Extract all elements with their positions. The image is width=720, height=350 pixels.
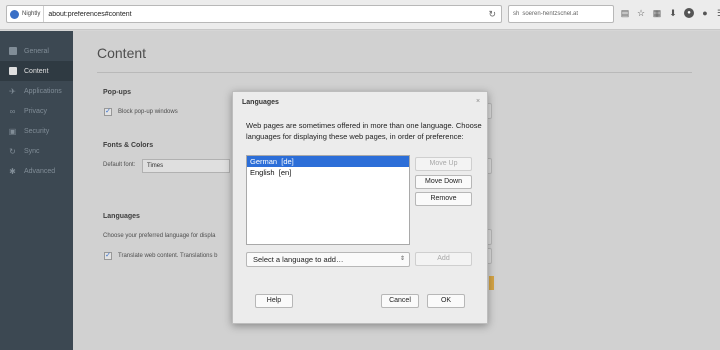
menu-icon[interactable]: ☰	[716, 7, 720, 19]
identity-box[interactable]: Nightly	[7, 6, 45, 22]
languages-dialog: Languages × Web pages are sometimes offe…	[232, 91, 488, 324]
language-list[interactable]: German [de] English [en]	[246, 155, 410, 245]
reading-list-icon[interactable]: ▤	[620, 7, 630, 19]
add-language-select[interactable]: Select a language to add… ⇕	[246, 252, 410, 267]
move-down-button[interactable]: Move Down	[415, 175, 472, 189]
search-bar[interactable]: sh soeren-hentzschel.at	[508, 5, 614, 23]
search-engine-icon[interactable]: sh	[509, 11, 522, 17]
add-language-select-value: Select a language to add…	[253, 255, 344, 264]
download-icon[interactable]: ⬇	[668, 7, 678, 19]
dialog-description: Web pages are sometimes offered in more …	[246, 121, 482, 141]
dialog-title: Languages	[242, 99, 279, 106]
url-text[interactable]: about:preferences#content	[44, 11, 488, 18]
add-button[interactable]: Add	[415, 252, 472, 266]
url-bar[interactable]: Nightly about:preferences#content ↻	[6, 5, 502, 23]
nightly-logo-icon	[10, 9, 19, 19]
move-up-button[interactable]: Move Up	[415, 157, 472, 171]
ok-button[interactable]: OK	[427, 294, 465, 308]
bookmarks-menu-icon[interactable]: ▦	[652, 7, 662, 19]
list-item[interactable]: German [de]	[247, 156, 409, 167]
list-item[interactable]: English [en]	[247, 167, 409, 178]
chat-icon[interactable]: ●	[700, 7, 710, 19]
updown-arrows-icon: ⇕	[399, 256, 405, 262]
search-input[interactable]: soeren-hentzschel.at	[522, 11, 578, 17]
brand-label: Nightly	[22, 11, 41, 17]
help-button[interactable]: Help	[255, 294, 293, 308]
cancel-button[interactable]: Cancel	[381, 294, 419, 308]
reload-icon[interactable]: ↻	[488, 9, 501, 20]
remove-button[interactable]: Remove	[415, 192, 472, 206]
close-icon[interactable]: ×	[476, 98, 480, 105]
bookmark-star-icon[interactable]: ☆	[636, 7, 646, 19]
pocket-icon[interactable]: ●	[684, 8, 694, 18]
browser-toolbar: Nightly about:preferences#content ↻ sh s…	[0, 0, 720, 30]
